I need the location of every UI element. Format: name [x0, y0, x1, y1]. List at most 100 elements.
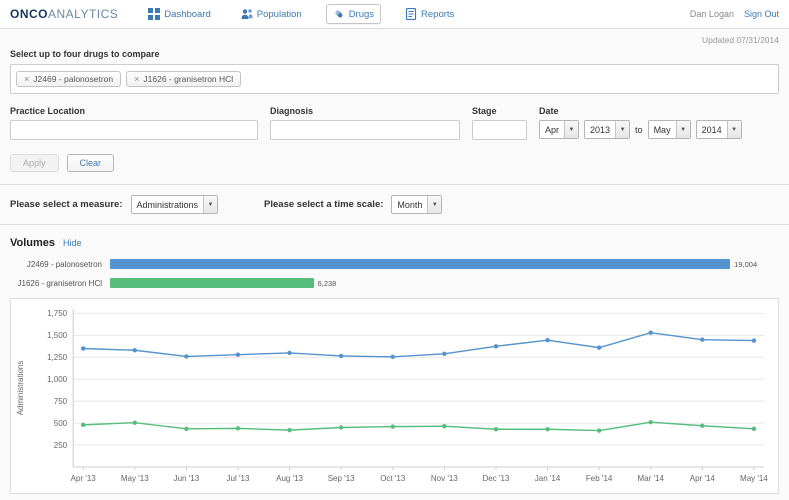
date-to-year-select[interactable]: 2014 ▼: [696, 120, 742, 139]
nav-dashboard[interactable]: Dashboard: [142, 5, 216, 23]
svg-text:Apr '14: Apr '14: [690, 474, 716, 483]
drug-select-label: Select up to four drugs to compare: [10, 49, 779, 59]
nav-drugs-label: Drugs: [349, 9, 374, 20]
date-to-month-select[interactable]: May ▼: [648, 120, 691, 139]
drugs-icon: [333, 8, 345, 20]
svg-text:750: 750: [54, 397, 68, 406]
date-to-month-value: May: [649, 121, 676, 138]
dropdown-arrow-icon: ▼: [203, 196, 217, 213]
nav-population[interactable]: Population: [235, 5, 308, 23]
sign-out-link[interactable]: Sign Out: [744, 9, 779, 19]
measure-select[interactable]: Administrations ▼: [131, 195, 219, 214]
logo-secondary: ANALYTICS: [48, 7, 118, 21]
practice-location-filter: Practice Location: [10, 106, 258, 140]
line-chart-svg: 250 500 750 1,000 1,250 1,500 1,750 Apr '13 May …: [11, 299, 778, 493]
svg-text:May '14: May '14: [740, 474, 768, 483]
svg-text:Dec '13: Dec '13: [483, 474, 510, 483]
dashboard-icon: [148, 8, 160, 20]
measure-label: Please select a measure:: [10, 199, 123, 210]
bar-row: J1626 - granisetron HCl 6,238: [10, 278, 779, 288]
bar-value-label: 19,004: [734, 260, 757, 269]
nav-population-label: Population: [257, 9, 302, 20]
practice-location-input[interactable]: [10, 120, 258, 140]
svg-text:250: 250: [54, 441, 68, 450]
app-logo: ONCOANALYTICS: [10, 7, 118, 21]
diagnosis-input[interactable]: [270, 120, 460, 140]
svg-text:Administrations: Administrations: [16, 361, 25, 416]
remove-tag-icon[interactable]: ×: [134, 75, 139, 84]
remove-tag-icon[interactable]: ×: [24, 75, 29, 84]
bar-category-label: J2469 - palonosetron: [10, 260, 110, 269]
date-from-month-select[interactable]: Apr ▼: [539, 120, 579, 139]
stage-label: Stage: [472, 106, 527, 116]
nav-drugs[interactable]: Drugs: [326, 4, 381, 24]
drug-tag-label: J1626 - granisetron HCl: [143, 74, 233, 84]
bar-granisetron: [110, 278, 314, 288]
svg-text:Aug '13: Aug '13: [276, 474, 303, 483]
stage-filter: Stage: [472, 106, 527, 140]
drug-tag: × J2469 - palonosetron: [16, 71, 121, 87]
dropdown-arrow-icon: ▼: [615, 121, 629, 138]
timescale-label: Please select a time scale:: [264, 199, 383, 210]
svg-text:1,250: 1,250: [47, 353, 68, 362]
filter-row: Practice Location Diagnosis Stage Date A…: [10, 106, 779, 140]
nav-dashboard-label: Dashboard: [164, 9, 210, 20]
svg-text:Jun '13: Jun '13: [174, 474, 200, 483]
svg-text:1,750: 1,750: [47, 309, 68, 318]
volumes-header: Volumes Hide: [10, 237, 779, 249]
updated-text: Updated 07/31/2014: [10, 35, 779, 45]
date-label: Date: [539, 106, 742, 116]
dropdown-arrow-icon: ▼: [427, 196, 441, 213]
main-nav: Dashboard Population Drugs Reports: [142, 4, 460, 24]
apply-button[interactable]: Apply: [10, 154, 59, 172]
top-nav: ONCOANALYTICS Dashboard Population Drugs…: [0, 0, 789, 29]
date-from-year-select[interactable]: 2013 ▼: [584, 120, 630, 139]
population-icon: [241, 8, 253, 20]
dropdown-arrow-icon: ▼: [727, 121, 741, 138]
svg-text:Feb '14: Feb '14: [586, 474, 613, 483]
svg-text:Oct '13: Oct '13: [380, 474, 406, 483]
svg-text:1,500: 1,500: [47, 331, 68, 340]
timescale-select[interactable]: Month ▼: [391, 195, 442, 214]
svg-text:May '13: May '13: [121, 474, 149, 483]
logo-primary: ONCO: [10, 7, 48, 21]
drug-tag-input[interactable]: × J2469 - palonosetron × J1626 - granise…: [10, 64, 779, 94]
svg-text:Jul '13: Jul '13: [227, 474, 250, 483]
volumes-title: Volumes: [10, 237, 55, 249]
nav-reports[interactable]: Reports: [399, 5, 460, 23]
stage-input[interactable]: [472, 120, 527, 140]
bar-palonosetron: [110, 259, 730, 269]
svg-text:500: 500: [54, 419, 68, 428]
hide-link[interactable]: Hide: [63, 238, 82, 248]
measure-row: Please select a measure: Administrations…: [10, 185, 779, 224]
bar-row: J2469 - palonosetron 19,004: [10, 259, 779, 269]
timescale-value: Month: [392, 196, 427, 213]
trend-line-chart: 250 500 750 1,000 1,250 1,500 1,750 Apr '13 May …: [10, 298, 779, 494]
bar-track: 19,004: [110, 259, 779, 269]
svg-text:Sep '13: Sep '13: [328, 474, 355, 483]
reports-icon: [405, 8, 417, 20]
dropdown-arrow-icon: ▼: [676, 121, 690, 138]
diagnosis-label: Diagnosis: [270, 106, 460, 116]
dropdown-arrow-icon: ▼: [564, 121, 578, 138]
bar-value-label: 6,238: [318, 279, 337, 288]
date-to-year-value: 2014: [697, 121, 727, 138]
date-filter: Date Apr ▼ 2013 ▼ to May ▼ 2014 ▼: [539, 106, 742, 140]
date-from-month-value: Apr: [540, 121, 564, 138]
date-from-year-value: 2013: [585, 121, 615, 138]
svg-text:Apr '13: Apr '13: [71, 474, 97, 483]
filter-actions: Apply Clear: [10, 154, 779, 172]
bar-category-label: J1626 - granisetron HCl: [10, 279, 110, 288]
svg-text:Nov '13: Nov '13: [431, 474, 458, 483]
svg-text:Jan '14: Jan '14: [535, 474, 561, 483]
user-name: Dan Logan: [690, 9, 734, 19]
measure-value: Administrations: [132, 196, 204, 213]
drug-tag: × J1626 - granisetron HCl: [126, 71, 241, 87]
practice-location-label: Practice Location: [10, 106, 258, 116]
divider: [0, 224, 789, 225]
clear-button[interactable]: Clear: [67, 154, 115, 172]
drug-tag-label: J2469 - palonosetron: [33, 74, 113, 84]
diagnosis-filter: Diagnosis: [270, 106, 460, 140]
bar-track: 6,238: [110, 278, 779, 288]
svg-text:1,000: 1,000: [47, 375, 68, 384]
